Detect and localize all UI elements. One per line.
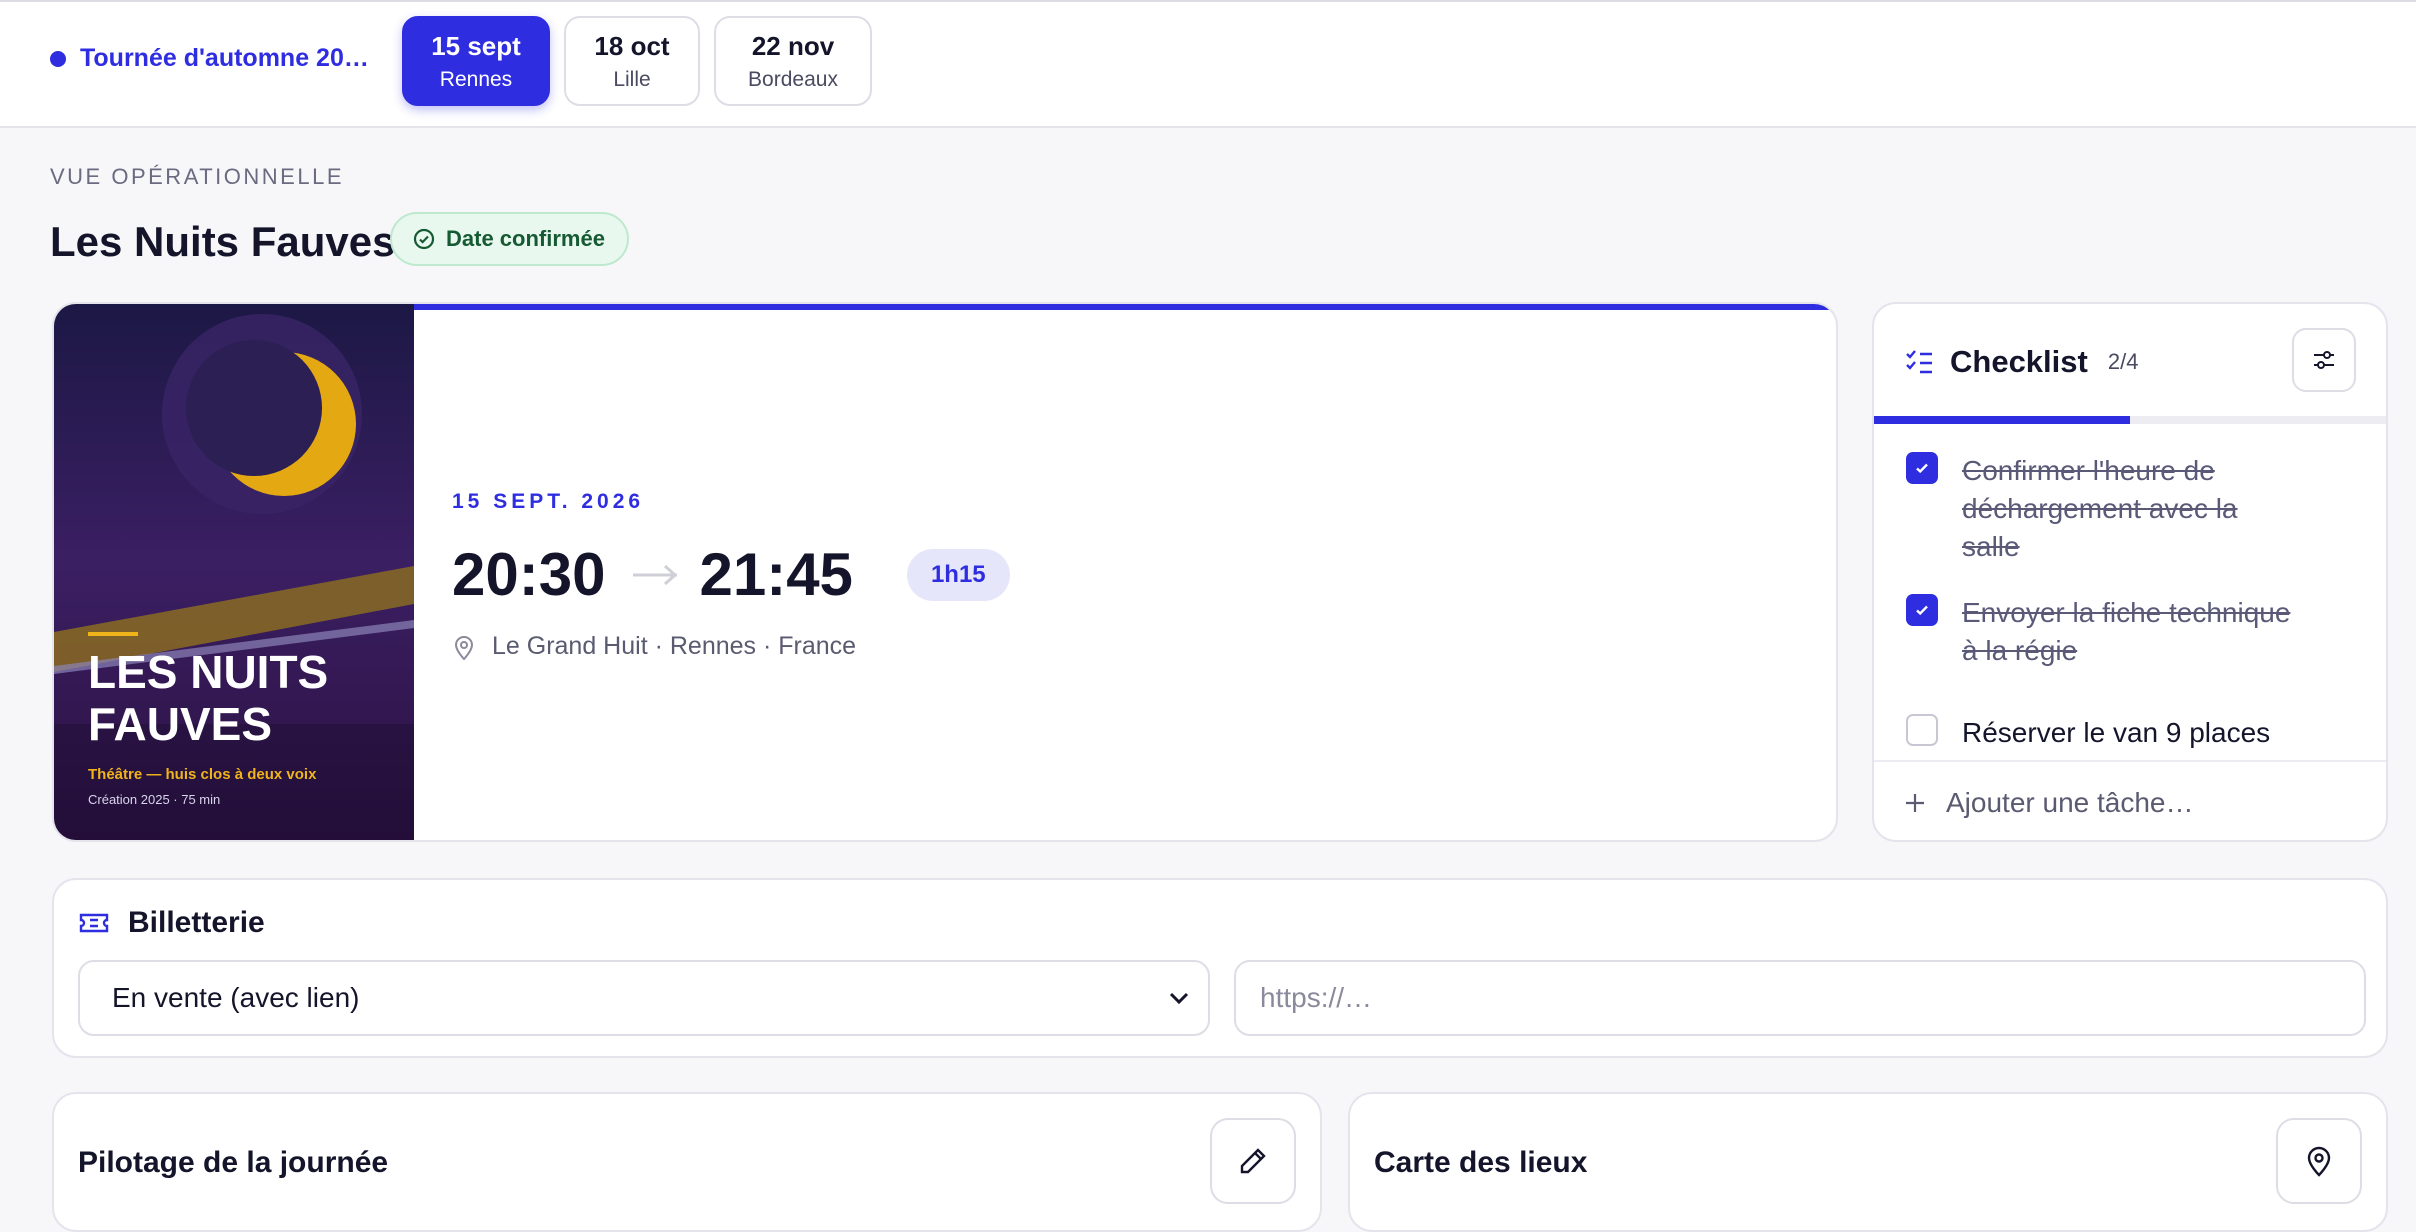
arrow-right-icon [633,564,678,585]
venue-map-panel: Carte des lieux [1348,1092,2388,1232]
tour-name: Tournée d'automne 20… [80,44,369,72]
checklist-count: 2/4 [2107,349,2139,374]
event-venue: Le Grand Huit · Rennes · France [452,632,856,661]
poster-info: Création 2025 · 75 min [88,792,221,807]
checklist-item[interactable]: Envoyer la fiche technique à la régie [1906,594,2292,670]
chevron-down-icon [1169,992,1189,1005]
checklist-title: Checklist [1950,344,2088,379]
checklist-item[interactable]: Réserver le van 9 places [1906,714,2322,752]
date-tab-day: 18 oct [594,30,670,61]
checklist-settings-button[interactable] [2292,328,2356,392]
poster-subtitle: Théâtre — huis clos à deux voix [88,766,317,783]
map-pin-icon [454,635,474,660]
date-tab-rennes[interactable]: 15 sept Rennes [402,16,550,106]
checkbox-checked[interactable] [1906,594,1938,626]
edit-button[interactable] [1210,1118,1296,1204]
add-task-button[interactable]: Ajouter une tâche… [1874,760,2386,840]
checklist-item-text: Réserver le van 9 places [1962,717,2271,748]
pencil-icon [1240,1148,1266,1174]
venue-map-title: Carte des lieux [1374,1146,1588,1179]
poster-title-line1: LES NUITS [88,646,329,698]
venue-label: Le Grand Huit · Rennes · France [492,632,857,660]
sliders-icon [2314,351,2334,369]
date-tab-lille[interactable]: 18 oct Lille [564,16,700,106]
poster-art [54,314,414,840]
checklist-progress-track [1874,416,2386,424]
duration-badge: 1h15 [906,548,1010,601]
checkbox-unchecked[interactable] [1906,714,1938,746]
poster-rule [88,632,138,636]
start-time: 20:30 [452,541,606,608]
checklist-header: Checklist 2/4 [1904,344,2138,380]
status-badge: Date confirmée [390,212,629,266]
date-tabs: 15 sept Rennes 18 oct Lille 22 nov Borde… [402,16,872,106]
checklist-item[interactable]: Confirmer l'heure de déchargement avec l… [1906,452,2292,566]
locate-button[interactable] [2276,1118,2362,1204]
day-planning-title: Pilotage de la journée [78,1146,389,1179]
check-icon [1916,463,1928,474]
poster-title: LES NUITS FAUVES [88,646,328,750]
date-tab-bordeaux[interactable]: 22 nov Bordeaux [714,16,872,106]
ticketing-status-select[interactable]: En vente (avec lien) [78,960,1210,1036]
plus-icon [1906,794,1924,812]
ticketing-card: Billetterie En vente (avec lien) [52,878,2388,1058]
checklist-item-text: Envoyer la fiche technique à la régie [1962,597,2291,666]
event-card-accent [412,304,1836,310]
checklist-progress-bar [1874,416,2130,424]
ticket-icon [79,913,109,933]
page-kicker: VUE OPÉRATIONNELLE [50,164,344,189]
list-check-icon [1906,350,1932,374]
day-planning-panel: Pilotage de la journée [52,1092,1322,1232]
date-tab-city: Lille [613,67,651,91]
page-title: Les Nuits Fauves [50,218,396,265]
date-tab-city: Bordeaux [748,67,838,91]
status-badge-label: Date confirmée [446,226,605,251]
checklist-item-text: Confirmer l'heure de déchargement avec l… [1962,455,2238,562]
date-tab-day: 15 sept [431,30,521,61]
ticketing-url-input[interactable] [1234,960,2366,1036]
map-pin-icon [2307,1146,2331,1177]
ticketing-title: Billetterie [128,906,265,939]
ticketing-header: Billetterie [78,906,265,940]
check-icon [1916,605,1928,616]
date-tab-day: 22 nov [751,30,835,61]
event-poster: LES NUITS FAUVES Théâtre — huis clos à d… [54,304,414,840]
end-time: 21:45 [699,541,853,608]
top-bar: Tournée d'automne 20… 15 sept Rennes 18 … [0,0,2416,128]
check-circle-icon [413,228,435,250]
poster-title-line2: FAUVES [88,698,273,750]
checkbox-checked[interactable] [1906,452,1938,484]
event-times: 20:30 21:45 1h15 [452,540,1010,609]
checklist-card: Checklist 2/4 Confirmer l'heure de décha… [1872,302,2388,842]
tour-selector[interactable]: Tournée d'automne 20… [50,44,369,73]
event-card: LES NUITS FAUVES Théâtre — huis clos à d… [52,302,1838,842]
tour-dot-icon [50,50,66,67]
event-date: 15 SEPT. 2026 [452,490,645,513]
date-tab-city: Rennes [439,67,513,91]
ticketing-status-value: En vente (avec lien) [112,982,360,1013]
add-task-label: Ajouter une tâche… [1946,787,2194,818]
